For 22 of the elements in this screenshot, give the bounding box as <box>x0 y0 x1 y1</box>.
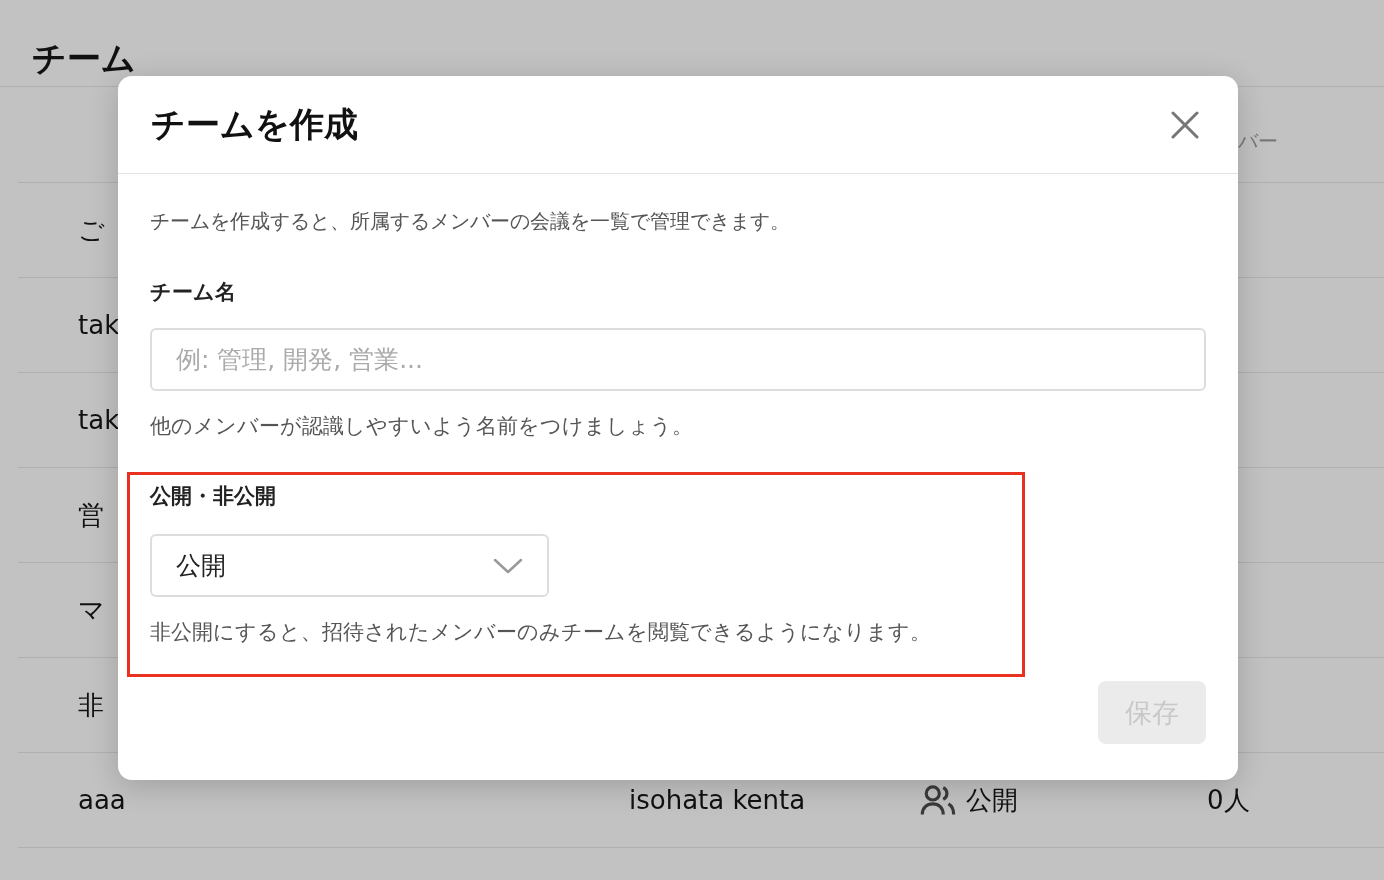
chevron-down-icon <box>493 557 523 574</box>
dialog-description: チームを作成すると、所属するメンバーの会議を一覧で管理できます。 <box>150 208 791 234</box>
team-name: 営 <box>78 498 104 532</box>
team-name: tak <box>78 405 120 435</box>
people-icon <box>920 783 956 817</box>
team-name: aaa <box>78 785 126 815</box>
team-name: tak <box>78 310 120 340</box>
field-label: 公開・非公開 <box>150 483 277 510</box>
close-icon <box>1171 110 1199 139</box>
team-name: マ <box>78 593 105 627</box>
column-header: バー <box>1238 128 1278 155</box>
member-count: 0人 <box>1207 783 1250 817</box>
field-label: チーム名 <box>150 279 237 306</box>
visibility-select[interactable]: 公開 <box>150 534 549 597</box>
dialog-title: チームを作成 <box>151 102 358 146</box>
visibility-text: 公開 <box>966 783 1018 817</box>
help-text: 他のメンバーが認識しやすいよう名前をつけましょう。 <box>150 413 694 440</box>
team-name: 非 <box>78 688 104 722</box>
team-name: ご <box>78 213 105 247</box>
help-text: 非公開にすると、招待されたメンバーのみチームを閲覧できるようになります。 <box>150 619 932 646</box>
owner-name: isohata kenta <box>629 785 806 815</box>
team-name-input[interactable]: 例: 管理, 開発, 営業... <box>150 328 1206 391</box>
